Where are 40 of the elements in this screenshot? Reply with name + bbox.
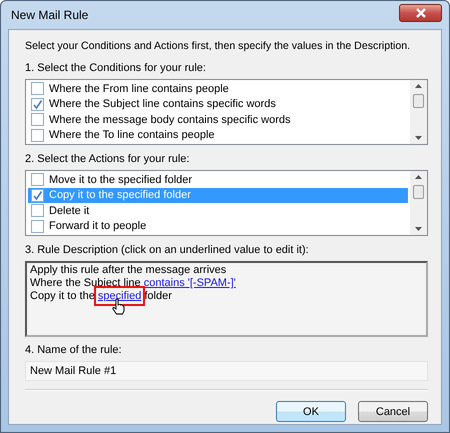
- description-text: Copy it to the: [30, 290, 95, 302]
- checkbox[interactable]: [31, 204, 44, 218]
- window-title: New Mail Rule: [10, 8, 88, 22]
- section-label: 3. Rule Description (click on an underlined value to edit it):: [25, 244, 310, 257]
- scrollbar-thumb[interactable]: [413, 185, 424, 199]
- checkbox[interactable]: [31, 220, 44, 233]
- list-item[interactable]: Forward it to people: [28, 218, 408, 234]
- section-label: 4. Name of the rule:: [25, 344, 123, 357]
- checkbox[interactable]: [31, 82, 44, 96]
- description-text: Where the Subject line: [30, 277, 141, 289]
- description-text: Apply this rule after the message arrives: [30, 264, 226, 276]
- section-label: 1. Select the Conditions for your rule:: [25, 62, 207, 75]
- scrollbar[interactable]: [410, 80, 427, 144]
- close-button[interactable]: [399, 4, 442, 22]
- scroll-down-icon[interactable]: [415, 136, 422, 140]
- scroll-up-icon[interactable]: [415, 175, 422, 179]
- rule-name-field[interactable]: New Mail Rule #1: [25, 361, 428, 381]
- checkbox[interactable]: [31, 98, 44, 111]
- scroll-up-icon[interactable]: [415, 84, 422, 88]
- checkbox[interactable]: [31, 128, 44, 142]
- dialog-button[interactable]: OK: [276, 401, 346, 422]
- instruction-text: Select your Conditions and Actions first, then specify the values in the Description.: [25, 40, 412, 52]
- list-item[interactable]: Move it to the specified folder: [28, 172, 408, 188]
- list-item[interactable]: Where the From line contains people: [28, 81, 408, 96]
- value-link[interactable]: contains '[-SPAM-]': [144, 277, 236, 289]
- checkbox[interactable]: [31, 188, 44, 202]
- checkbox[interactable]: [31, 173, 44, 186]
- scrollbar-thumb[interactable]: [413, 94, 424, 108]
- section-label: 2. Select the Actions for your rule:: [25, 153, 190, 166]
- list-item[interactable]: Delete it: [28, 203, 408, 218]
- list-item[interactable]: Where the message body contains specific words: [28, 112, 408, 128]
- list-item[interactable]: Where the Subject line contains specific words: [28, 96, 408, 112]
- dialog-button[interactable]: Cancel: [358, 401, 428, 422]
- close-icon: [414, 8, 426, 18]
- scroll-down-icon[interactable]: [415, 227, 422, 231]
- scrollbar[interactable]: [410, 171, 427, 235]
- list-item[interactable]: Where the To line contains people: [28, 128, 408, 143]
- value-link[interactable]: specified: [98, 290, 142, 302]
- checkbox[interactable]: [31, 113, 44, 126]
- description-text: folder: [144, 290, 172, 302]
